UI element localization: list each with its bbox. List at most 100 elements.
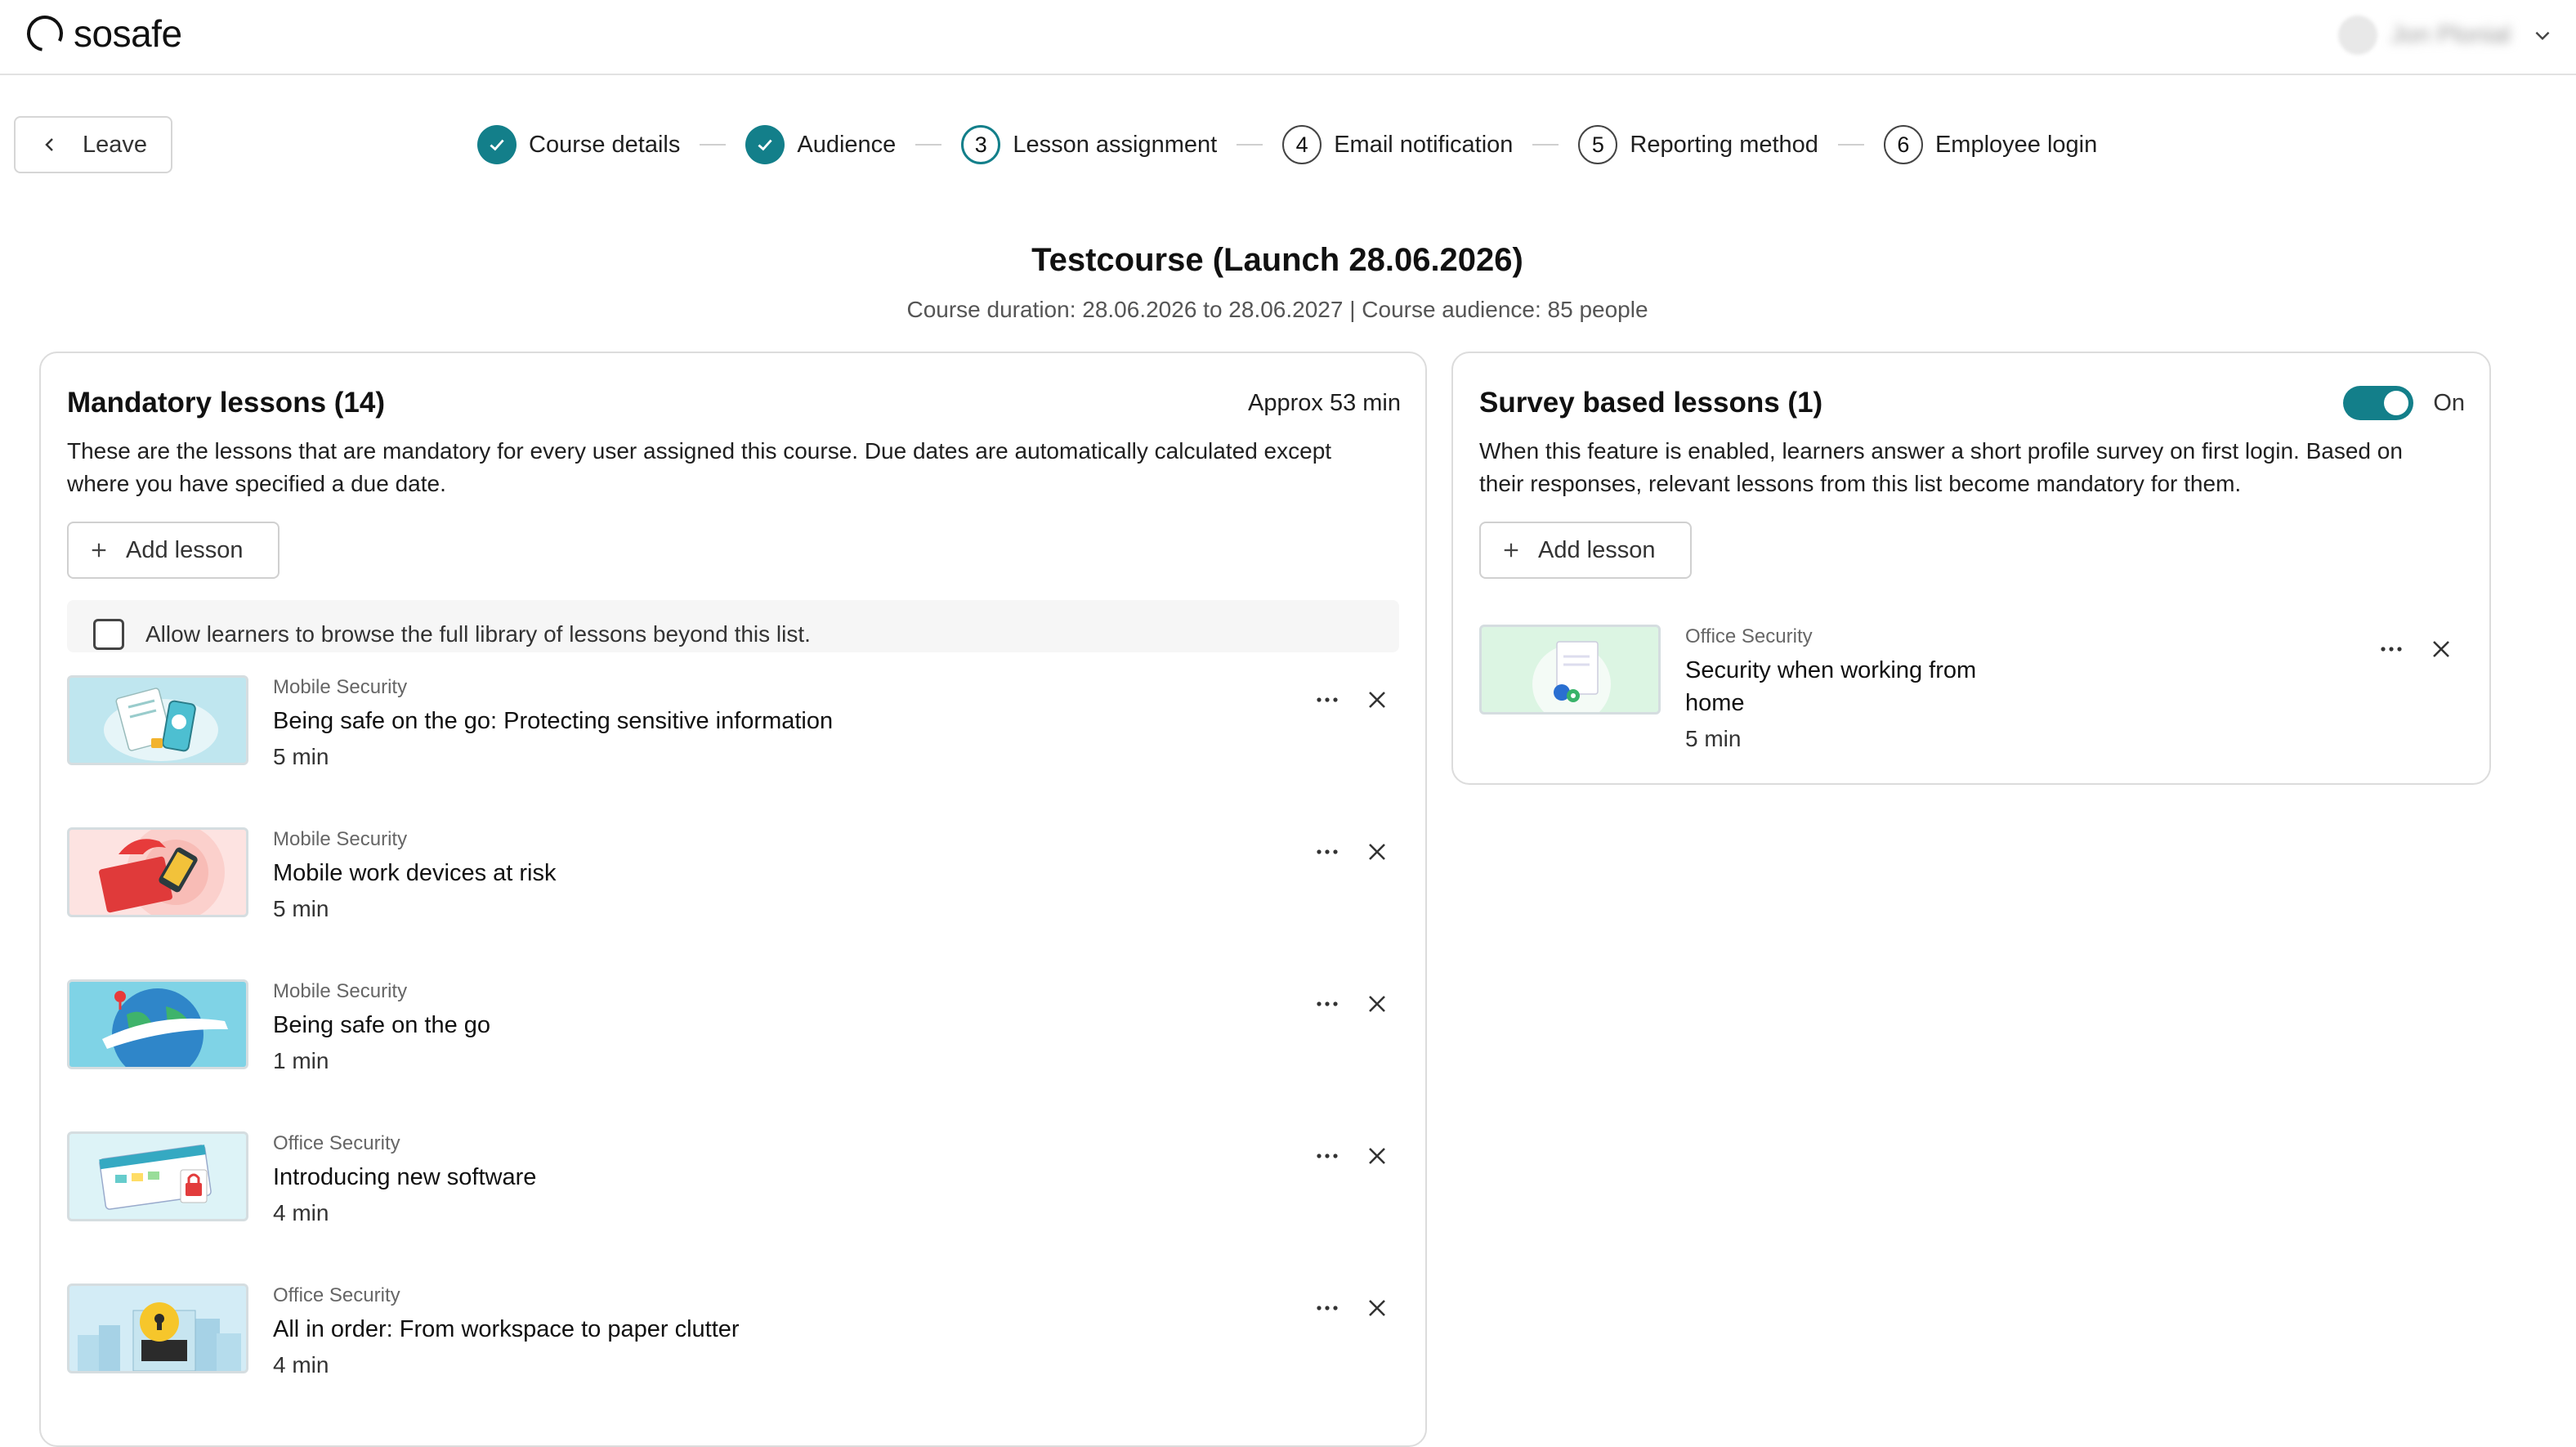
lesson-name-line: home [1685, 690, 1745, 716]
step-lesson-assignment[interactable]: 3 Lesson assignment [961, 125, 1217, 164]
avatar [2338, 16, 2378, 55]
more-options-icon[interactable] [1313, 1293, 1342, 1323]
remove-lesson-icon[interactable] [1365, 840, 1389, 864]
step-email-notification[interactable]: 4 Email notification [1282, 125, 1513, 164]
add-lesson-label: Add lesson [126, 536, 244, 563]
mandatory-lessons-panel: Mandatory lessons (14) Approx 53 min The… [39, 352, 1427, 1447]
step-number: 3 [961, 125, 1001, 164]
lesson-name: Being safe on the go: Protecting sensiti… [273, 708, 834, 734]
sosafe-logo-icon [27, 16, 63, 52]
brand-name: sosafe [74, 12, 182, 55]
remove-lesson-icon[interactable] [1365, 1296, 1389, 1320]
step-label: Email notification [1334, 131, 1514, 158]
lesson-name: Mobile work devices at risk [273, 860, 557, 886]
panel-header: Survey based lessons (1) On [1479, 383, 2465, 423]
browse-library-checkbox[interactable] [93, 619, 124, 650]
brand-logo[interactable]: sosafe [25, 11, 182, 56]
lesson-duration: 1 min [273, 1048, 329, 1073]
step-label: Audience [797, 131, 897, 158]
lesson-thumbnail [67, 827, 248, 917]
lesson-item[interactable]: Office Security Security when working fr… [1479, 625, 2463, 764]
lesson-thumbnail [67, 979, 248, 1069]
lesson-actions [1313, 1293, 1399, 1323]
check-icon [477, 125, 517, 164]
lesson-item[interactable]: Mobile Security Mobile work devices at r… [67, 827, 1399, 950]
browse-library-option[interactable]: Allow learners to browse the full librar… [67, 600, 1399, 652]
more-options-icon[interactable] [1313, 989, 1342, 1019]
panel-title: Mandatory lessons (14) [67, 387, 385, 419]
step-divider [1237, 144, 1263, 146]
lesson-actions [2377, 634, 2463, 664]
step-number: 5 [1578, 125, 1618, 164]
step-label: Lesson assignment [1013, 131, 1218, 158]
lesson-duration: 4 min [273, 1352, 329, 1378]
plus-icon [1504, 543, 1518, 558]
lesson-name-line: Security when working from [1685, 657, 1977, 683]
remove-lesson-icon[interactable] [2429, 637, 2453, 661]
lesson-details: Mobile Security Being safe on the go: Pr… [273, 675, 833, 772]
lesson-details: Mobile Security Being safe on the go 1 m… [273, 979, 490, 1076]
step-audience[interactable]: Audience [745, 125, 896, 164]
plus-icon [92, 543, 106, 558]
lesson-actions [1313, 837, 1399, 867]
survey-toggle[interactable]: On [2343, 386, 2465, 420]
survey-lessons-panel: Survey based lessons (1) On When this fe… [1451, 352, 2491, 785]
browse-library-label: Allow learners to browse the full librar… [145, 621, 811, 647]
approx-duration: Approx 53 min [1248, 389, 1401, 416]
panel-description: When this feature is enabled, learners a… [1479, 438, 2403, 496]
check-icon [745, 125, 785, 164]
more-options-icon[interactable] [2377, 634, 2406, 664]
lesson-duration: 5 min [1685, 726, 1742, 751]
lesson-item[interactable]: Mobile Security Being safe on the go: Pr… [67, 675, 1399, 798]
course-header: Testcourse (Launch 28.06.2026) Course du… [0, 242, 2555, 323]
lesson-name: Introducing new software [273, 1164, 537, 1190]
more-options-icon[interactable] [1313, 837, 1342, 867]
add-lesson-button[interactable]: Add lesson [67, 522, 280, 579]
page-title: Testcourse (Launch 28.06.2026) [1031, 242, 1523, 278]
step-number: 6 [1883, 125, 1923, 164]
lesson-actions [1313, 685, 1399, 715]
lesson-thumbnail [67, 675, 248, 765]
step-divider [915, 144, 942, 146]
lesson-category: Mobile Security [273, 676, 408, 698]
toggle-label: On [2433, 389, 2465, 416]
lesson-details: Office Security All in order: From works… [273, 1283, 740, 1380]
lesson-duration: 5 min [273, 744, 329, 769]
more-options-icon[interactable] [1313, 685, 1342, 715]
panel-description: These are the lessons that are mandatory… [67, 438, 1332, 496]
step-reporting-method[interactable]: 5 Reporting method [1578, 125, 1818, 164]
step-course-details[interactable]: Course details [477, 125, 680, 164]
lesson-duration: 4 min [273, 1200, 329, 1225]
leave-button[interactable]: Leave [14, 116, 172, 173]
lesson-thumbnail [67, 1283, 248, 1373]
lesson-item[interactable]: Office Security All in order: From works… [67, 1283, 1399, 1406]
remove-lesson-icon[interactable] [1365, 1144, 1389, 1168]
remove-lesson-icon[interactable] [1365, 688, 1389, 712]
add-lesson-label: Add lesson [1538, 536, 1656, 563]
step-divider [700, 144, 727, 146]
leave-label: Leave [83, 131, 148, 158]
lesson-category: Office Security [273, 1132, 400, 1154]
user-menu[interactable]: Jon Plonial [2338, 15, 2553, 56]
step-label: Employee login [1934, 131, 2098, 158]
step-employee-login[interactable]: 6 Employee login [1883, 125, 2098, 164]
lesson-item[interactable]: Mobile Security Being safe on the go 1 m… [67, 979, 1399, 1102]
add-lesson-button[interactable]: Add lesson [1479, 522, 1692, 579]
more-options-icon[interactable] [1313, 1141, 1342, 1171]
panel-header: Mandatory lessons (14) Approx 53 min [67, 383, 1401, 423]
remove-lesson-icon[interactable] [1365, 992, 1389, 1016]
step-label: Course details [529, 131, 681, 158]
step-divider [1532, 144, 1559, 146]
panel-title: Survey based lessons (1) [1479, 387, 1823, 419]
chevron-down-icon [2535, 31, 2550, 41]
lesson-details: Mobile Security Mobile work devices at r… [273, 827, 557, 924]
lesson-category: Office Security [273, 1284, 400, 1306]
lesson-duration: 5 min [273, 896, 329, 921]
lesson-details: Office Security Introducing new software… [273, 1131, 536, 1228]
toggle-switch[interactable] [2343, 386, 2414, 420]
step-label: Reporting method [1630, 131, 1818, 158]
lesson-category: Mobile Security [273, 828, 408, 850]
lesson-item[interactable]: Office Security Introducing new software… [67, 1131, 1399, 1254]
user-name: Jon Plonial [2390, 21, 2511, 48]
top-bar: sosafe Jon Plonial [0, 0, 2576, 75]
